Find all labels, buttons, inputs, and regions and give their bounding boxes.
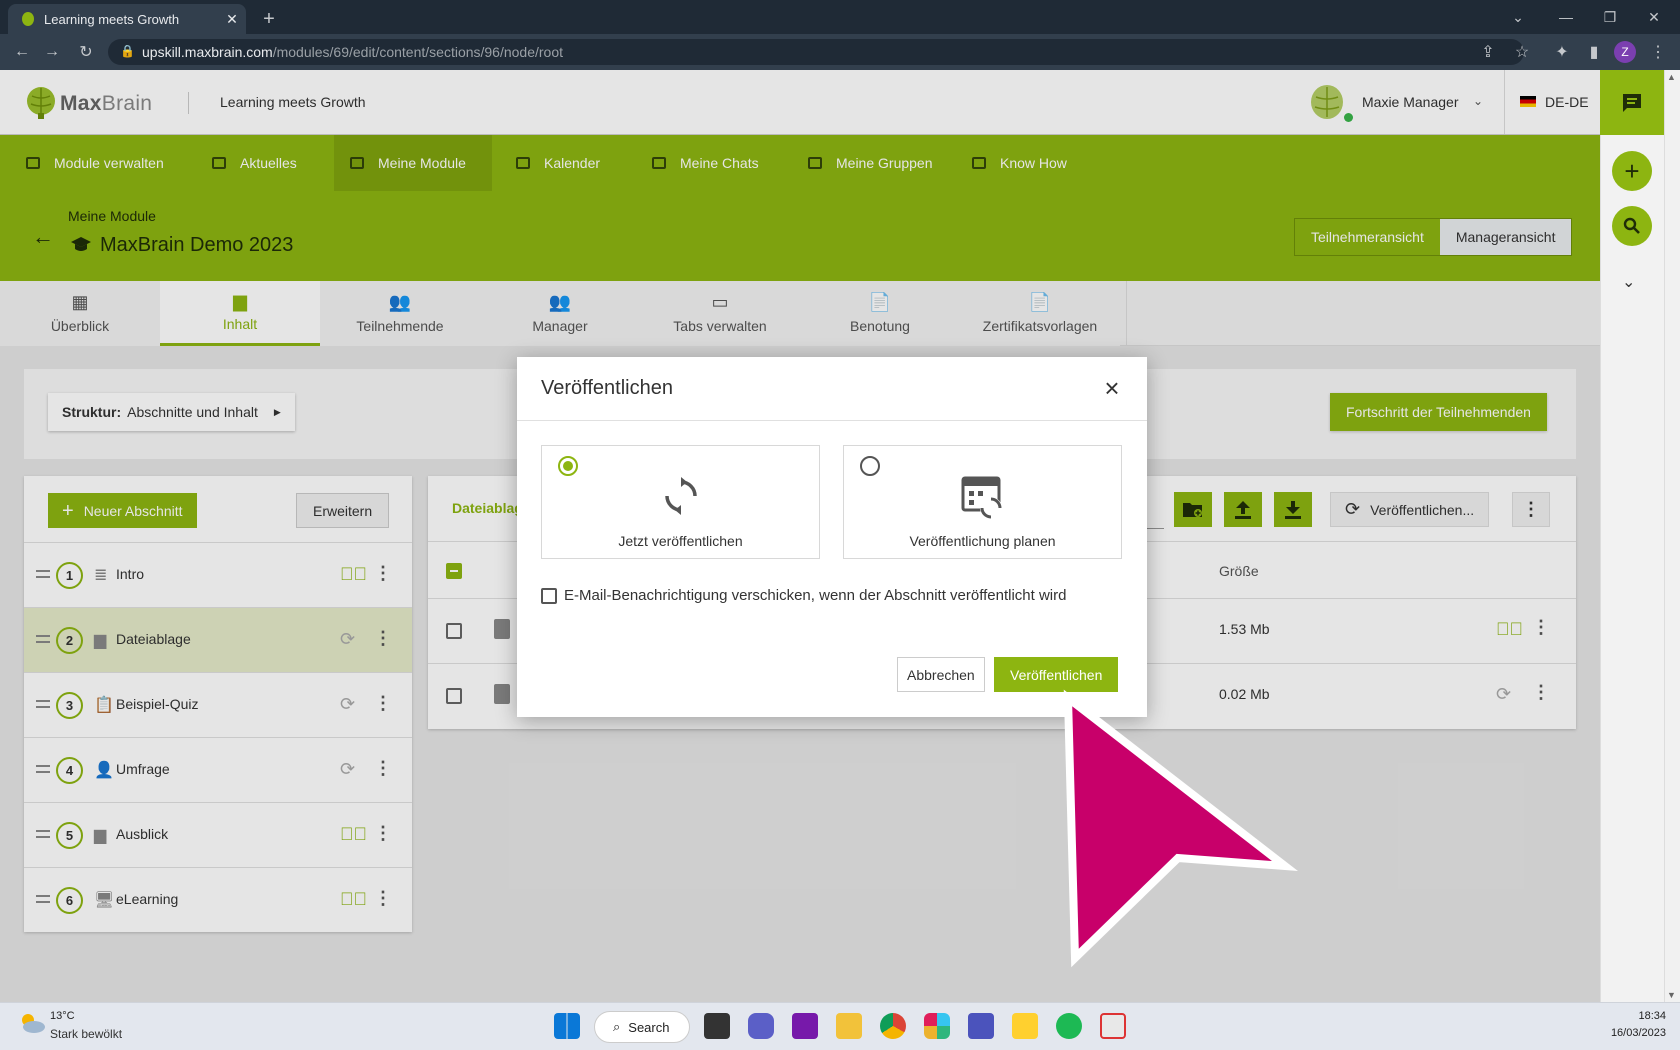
maximize-icon[interactable]: ❐	[1590, 4, 1630, 30]
minimize-icon[interactable]: —	[1546, 4, 1586, 30]
scroll-down-icon[interactable]: ▼	[1667, 990, 1676, 1000]
profile-avatar[interactable]: Z	[1614, 41, 1636, 63]
url-field[interactable]: 🔒 upskill.maxbrain.com/modules/69/edit/c…	[108, 39, 1524, 65]
browser-tab-title: Learning meets Growth	[44, 11, 180, 27]
option-label: Veröffentlichung planen	[909, 533, 1056, 549]
page-scrollbar[interactable]	[1664, 70, 1680, 1002]
url-path: /modules/69/edit/content/sections/96/nod…	[272, 44, 564, 60]
option-publish-now[interactable]: Jetzt veröffentlichen	[541, 445, 820, 559]
option-schedule-publish[interactable]: Veröffentlichung planen	[843, 445, 1122, 559]
tab-search-chevron-icon[interactable]: ⌄	[1498, 4, 1538, 30]
side-panel-icon[interactable]: ▮	[1582, 42, 1606, 62]
browser-menu-icon[interactable]: ⋮	[1646, 42, 1670, 62]
cloudy-weather-icon[interactable]	[18, 1012, 46, 1034]
close-icon[interactable]: ×	[1100, 375, 1124, 401]
chat-icon	[1623, 93, 1641, 112]
onenote-icon[interactable]	[792, 1013, 818, 1039]
dialog-title: Veröffentlichen	[541, 377, 673, 399]
clock-time: 18:34	[1638, 1010, 1666, 1022]
favicon-icon	[22, 12, 34, 26]
cancel-button[interactable]: Abbrechen	[897, 657, 985, 692]
search-icon: ⌕	[613, 1019, 621, 1034]
radio-publish-now[interactable]	[558, 456, 578, 476]
search-button[interactable]	[1612, 206, 1652, 246]
chrome-icon[interactable]	[880, 1013, 906, 1039]
chat-button[interactable]	[1600, 70, 1664, 135]
close-window-icon[interactable]: ✕	[1634, 4, 1674, 30]
extensions-icon[interactable]: ✦	[1550, 42, 1574, 62]
teams-chat-icon[interactable]	[748, 1013, 774, 1039]
right-rail	[1600, 135, 1664, 1002]
browser-tab[interactable]: Learning meets Growth ✕	[8, 4, 246, 34]
taskbar-search[interactable]: ⌕ Search	[594, 1011, 690, 1043]
temperature: 13°C	[50, 1010, 75, 1022]
calendar-sync-icon	[844, 476, 1121, 522]
email-notification-checkbox[interactable]	[541, 588, 557, 604]
plus-icon: +	[1624, 155, 1640, 186]
snipping-tool-icon[interactable]	[1100, 1013, 1126, 1039]
add-button[interactable]: +	[1612, 151, 1652, 191]
publish-button[interactable]: Veröffentlichen	[994, 657, 1119, 692]
browser-tab-strip	[0, 0, 1680, 34]
chevron-down-icon[interactable]: ⌄	[1622, 272, 1635, 292]
close-tab-icon[interactable]: ✕	[218, 11, 246, 28]
sync-icon	[542, 476, 819, 516]
pointer-cursor-icon	[1050, 688, 1300, 978]
spotify-icon[interactable]	[1056, 1013, 1082, 1039]
clock-date: 16/03/2023	[1610, 1027, 1666, 1039]
share-icon[interactable]: ⇪	[1476, 42, 1500, 62]
slack-icon[interactable]	[924, 1013, 950, 1039]
lock-icon: 🔒	[120, 44, 135, 58]
scroll-up-icon[interactable]: ▲	[1667, 72, 1676, 82]
reload-icon[interactable]: ↻	[74, 42, 98, 62]
teams-icon[interactable]	[968, 1013, 994, 1039]
task-view-icon[interactable]	[704, 1013, 730, 1039]
search-icon	[1623, 217, 1640, 234]
email-notification-label[interactable]: E-Mail-Benachrichtigung verschicken, wen…	[564, 587, 1066, 604]
file-explorer-icon[interactable]	[836, 1013, 862, 1039]
option-label: Jetzt veröffentlichen	[618, 533, 743, 549]
url-host: upskill.maxbrain.com	[142, 44, 273, 60]
new-tab-button[interactable]: +	[256, 6, 282, 32]
back-icon[interactable]: ←	[10, 42, 34, 62]
weather-description: Stark bewölkt	[50, 1027, 123, 1041]
bookmark-star-icon[interactable]: ☆	[1510, 42, 1534, 62]
windows-start-icon[interactable]	[554, 1013, 580, 1039]
forward-icon[interactable]: →	[40, 42, 64, 62]
radio-schedule-publish[interactable]	[860, 456, 880, 476]
miro-icon[interactable]	[1012, 1013, 1038, 1039]
dialog-divider	[517, 420, 1147, 421]
